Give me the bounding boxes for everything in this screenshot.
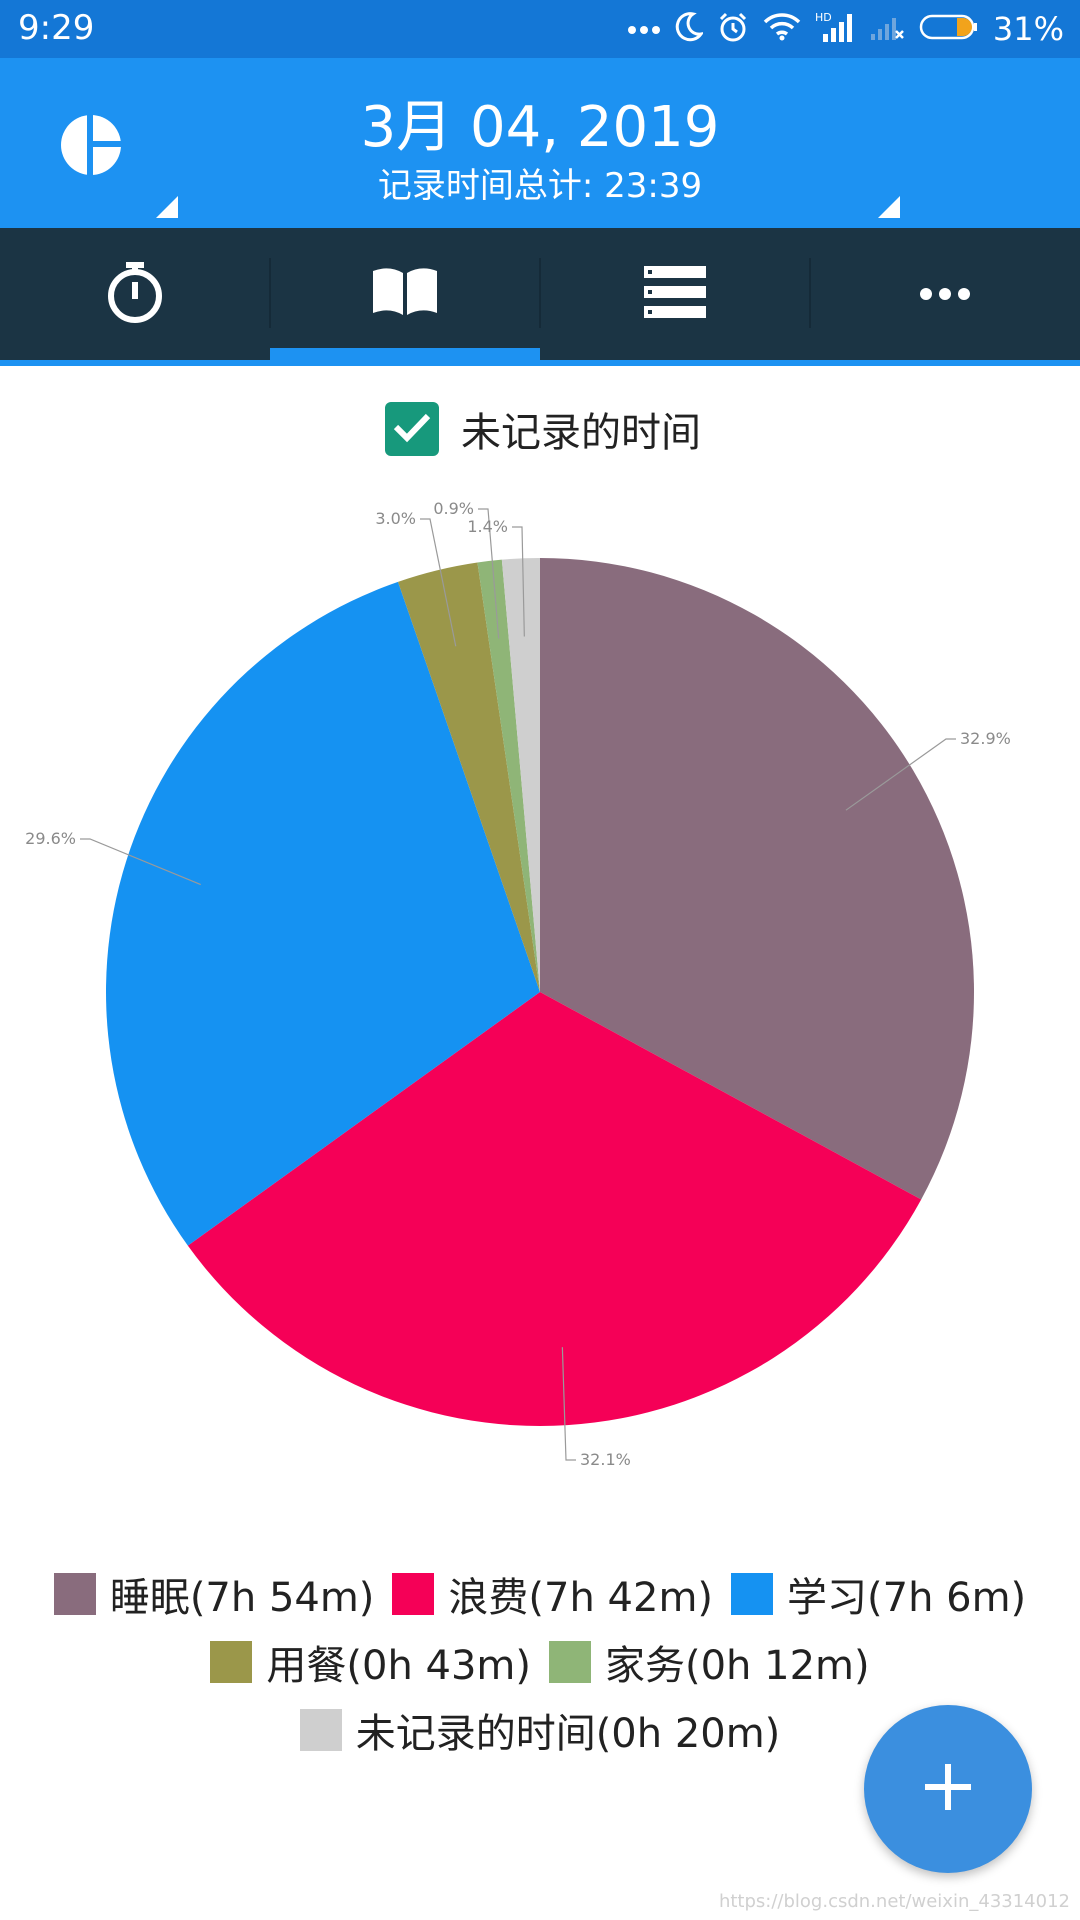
legend-item-chores: 家务(0h 12m) bbox=[549, 1633, 870, 1691]
tab-bar bbox=[0, 228, 1080, 360]
pie-percent-label: 0.9% bbox=[433, 499, 474, 518]
tab-timer[interactable] bbox=[0, 228, 270, 360]
alarm-icon bbox=[717, 11, 749, 47]
moon-icon bbox=[675, 12, 705, 46]
pie-chart: 32.9% 32.1% 29.6% 3.0% 0.9%1.4% bbox=[25, 499, 1011, 1469]
legend-item-waste: 浪费(7h 42m) bbox=[392, 1565, 713, 1623]
legend-label: 未记录的时间(0h 20m) bbox=[355, 1711, 781, 1757]
date-picker-corner-right[interactable] bbox=[878, 196, 900, 218]
add-entry-button[interactable] bbox=[864, 1705, 1032, 1873]
legend-swatch bbox=[210, 1641, 253, 1683]
legend-label: 家务(0h 12m) bbox=[605, 1643, 870, 1689]
legend-item-unrecorded: 未记录的时间(0h 20m) bbox=[299, 1701, 781, 1759]
pie-percent-label: 3.0% bbox=[375, 509, 416, 528]
legend-swatch bbox=[392, 1573, 435, 1615]
wifi-icon bbox=[763, 13, 801, 45]
legend-label: 学习(7h 6m) bbox=[787, 1575, 1027, 1621]
svg-text:HD: HD bbox=[815, 11, 832, 24]
tab-list[interactable] bbox=[540, 228, 810, 360]
more-dots-icon bbox=[627, 20, 661, 39]
watermark: https://blog.csdn.net/weixin_43314012 bbox=[718, 1891, 1070, 1912]
book-icon bbox=[371, 265, 439, 323]
more-icon bbox=[920, 285, 970, 304]
unrecorded-checkbox[interactable] bbox=[385, 402, 439, 456]
legend-item-meal: 用餐(0h 43m) bbox=[210, 1633, 531, 1691]
status-time: 9:29 bbox=[18, 8, 95, 48]
unrecorded-label: 未记录的时间 bbox=[461, 410, 701, 456]
active-tab-indicator bbox=[270, 348, 540, 360]
pie-percent-label: 32.9% bbox=[960, 729, 1011, 748]
checkmark-icon bbox=[392, 410, 432, 448]
legend-item-study: 学习(7h 6m) bbox=[731, 1565, 1026, 1623]
legend-swatch bbox=[53, 1573, 96, 1615]
pie-percent-label: 32.1% bbox=[580, 1450, 631, 1469]
status-icons: HD 31% bbox=[627, 6, 1064, 52]
list-icon bbox=[644, 266, 706, 322]
unrecorded-toggle[interactable]: 未记录的时间 bbox=[385, 400, 701, 458]
pie-percent-label: 1.4% bbox=[467, 517, 508, 536]
plus-icon bbox=[925, 1764, 971, 1814]
battery-icon bbox=[919, 13, 979, 45]
app-header: 3月 04, 2019 记录时间总计: 23:39 bbox=[0, 58, 1080, 228]
date-title[interactable]: 3月 04, 2019 bbox=[0, 82, 1080, 163]
no-signal-icon bbox=[869, 12, 905, 46]
pie-percent-label: 29.6% bbox=[25, 829, 76, 848]
legend-swatch bbox=[299, 1709, 342, 1751]
battery-percent: 31% bbox=[992, 10, 1064, 48]
tab-bar-underline bbox=[0, 360, 1080, 366]
legend-row: 睡眠(7h 54m) 浪费(7h 42m) 学习(7h 6m) bbox=[0, 1560, 1080, 1628]
legend-swatch bbox=[549, 1641, 591, 1683]
legend-row: 用餐(0h 43m) 家务(0h 12m) bbox=[0, 1628, 1080, 1696]
tab-book[interactable] bbox=[270, 228, 540, 360]
stopwatch-icon bbox=[105, 260, 165, 328]
hd-signal-icon: HD bbox=[815, 10, 855, 48]
status-bar: 9:29 HD 31% bbox=[0, 0, 1080, 58]
legend-label: 浪费(7h 42m) bbox=[448, 1575, 714, 1621]
legend-item-sleep: 睡眠(7h 54m) bbox=[53, 1565, 375, 1623]
legend-swatch bbox=[731, 1573, 774, 1615]
legend-label: 睡眠(7h 54m) bbox=[109, 1575, 375, 1621]
date-picker-corner-left[interactable] bbox=[156, 196, 178, 218]
legend-label: 用餐(0h 43m) bbox=[266, 1643, 531, 1689]
tab-more[interactable] bbox=[810, 228, 1080, 360]
